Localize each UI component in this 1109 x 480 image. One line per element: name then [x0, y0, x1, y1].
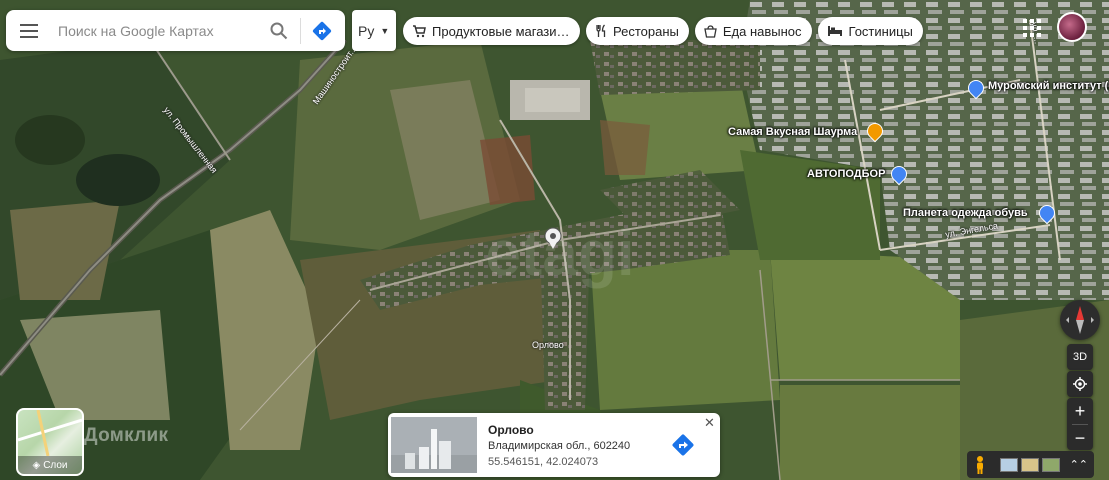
chip-label: Гостиницы	[848, 23, 913, 39]
directions-icon	[312, 21, 332, 40]
search-icon	[270, 22, 288, 39]
watermark: Домклик	[84, 425, 169, 446]
chip-label: Рестораны	[613, 23, 679, 39]
language-select[interactable]: Ру ▼	[352, 10, 396, 51]
my-location-icon	[1073, 377, 1087, 391]
chip-restaurants[interactable]: Рестораны	[586, 17, 689, 45]
poi-label-autopodbor[interactable]: АВТОПОДБОР	[807, 168, 885, 180]
chip-label: Еда навынос	[722, 23, 802, 39]
shopping-cart-icon	[413, 25, 426, 38]
building-thumbnail-icon	[391, 417, 477, 473]
poi-label-institute[interactable]: Муромский институт (филиал)	[988, 80, 1109, 92]
zoom-in-button[interactable]: +	[1067, 398, 1093, 424]
directions-button[interactable]	[305, 10, 339, 51]
chip-takeout[interactable]: Еда навынос	[694, 17, 812, 45]
map-thumbnail	[18, 410, 82, 456]
imagery-thumbnail[interactable]	[1042, 457, 1060, 472]
zoom-control: + −	[1067, 398, 1093, 450]
zoom-out-button[interactable]: −	[1067, 425, 1093, 451]
avatar[interactable]	[1057, 12, 1087, 42]
hamburger-menu-icon	[20, 23, 38, 38]
place-info-card[interactable]: Орлово Владимирская обл., 602240 55.5461…	[388, 413, 720, 477]
road-label: Орлово	[532, 340, 564, 350]
place-coordinates: 55.546151, 42.024073	[488, 456, 599, 468]
layers-label: Слои	[43, 459, 68, 471]
takeout-bag-icon	[704, 24, 717, 38]
satellite-map[interactable]: etagi	[0, 0, 1109, 480]
compass-icon	[1066, 306, 1094, 334]
search-input[interactable]	[52, 22, 262, 39]
caret-down-icon: ▼	[380, 25, 390, 36]
place-title: Орлово	[488, 423, 534, 437]
language-value: Ру	[358, 22, 375, 39]
bed-icon	[827, 26, 842, 36]
menu-button[interactable]	[6, 10, 52, 51]
expand-chevron-icon[interactable]: ⌃⌃	[1070, 458, 1088, 471]
tilt-3d-label: 3D	[1072, 351, 1088, 363]
place-address: Владимирская обл., 602240	[488, 440, 631, 452]
chip-hotels[interactable]: Гостиницы	[817, 17, 923, 45]
poi-label-planeta[interactable]: Планета одежда обувь	[903, 207, 1028, 219]
layers-button[interactable]: ◈ Слои	[16, 408, 84, 476]
svg-text:etagi: etagi	[485, 217, 634, 289]
layers-label-row: ◈ Слои	[18, 456, 82, 474]
my-location-button[interactable]	[1067, 371, 1093, 397]
tilt-3d-button[interactable]: 3D	[1067, 344, 1093, 370]
apps-grid-icon[interactable]	[1020, 16, 1044, 40]
fork-knife-icon	[596, 24, 606, 37]
category-chips: Продуктовые магазины Рестораны Еда навын…	[403, 17, 923, 45]
street-view-thumbnail[interactable]	[391, 417, 477, 473]
poi-label-shawarma[interactable]: Самая Вкусная Шаурма	[728, 126, 857, 138]
search-button[interactable]	[262, 10, 296, 51]
directions-icon[interactable]	[670, 432, 696, 458]
compass-button[interactable]	[1060, 300, 1100, 340]
divider	[300, 17, 301, 44]
layers-icon: ◈	[32, 459, 41, 471]
imagery-thumbnail[interactable]	[1021, 457, 1039, 472]
search-box	[6, 10, 345, 51]
pegman-icon[interactable]	[973, 455, 987, 475]
chip-label: Продуктовые магазины	[432, 23, 570, 39]
imagery-thumbnail[interactable]	[1000, 457, 1018, 472]
imagery-bar: ⌃⌃	[967, 451, 1094, 478]
close-icon[interactable]: ✕	[704, 416, 715, 429]
chip-grocery[interactable]: Продуктовые магазины	[403, 17, 580, 45]
